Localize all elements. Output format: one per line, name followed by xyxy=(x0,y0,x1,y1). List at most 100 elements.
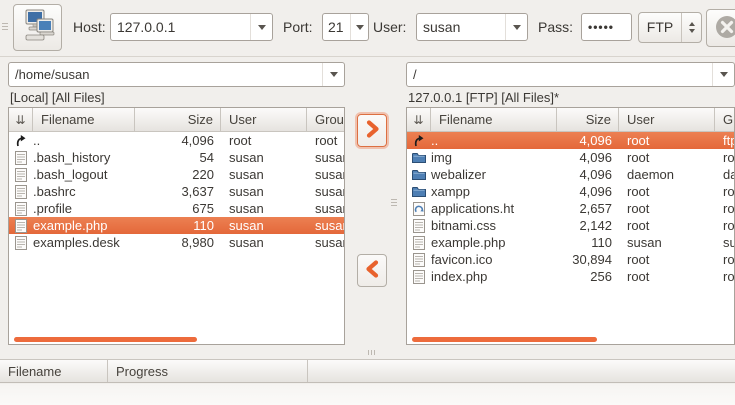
file-user: root xyxy=(619,183,715,200)
file-row[interactable]: webalizer4,096daemondaemon xyxy=(407,166,734,183)
left-list-header: ⇊ Filename Size User Group xyxy=(9,108,344,132)
queue-progress-column-header[interactable]: Progress xyxy=(108,360,308,382)
file-user: root xyxy=(221,132,307,149)
file-row[interactable]: ..4,096rootroot xyxy=(9,132,344,149)
panel-splitter-handle[interactable] xyxy=(391,197,397,208)
file-user: susan xyxy=(221,166,307,183)
file-name: .profile xyxy=(33,200,135,217)
pass-input[interactable]: ••••• xyxy=(581,13,632,41)
left-file-panel: ⇊ Filename Size User Group ..4,096rootro… xyxy=(8,107,345,345)
left-chevron-icon xyxy=(365,260,380,281)
file-size: 4,096 xyxy=(557,166,619,183)
file-row[interactable]: examples.desk8,980susansusan xyxy=(9,234,344,251)
right-size-column-header[interactable]: Size xyxy=(557,108,619,131)
left-filename-column-header[interactable]: Filename xyxy=(33,108,135,131)
file-size: 4,096 xyxy=(557,183,619,200)
user-dropdown-button[interactable] xyxy=(505,14,527,40)
right-horizontal-scrollbar[interactable] xyxy=(412,337,597,342)
toolbar-drag-handle[interactable] xyxy=(2,21,8,32)
left-path-input[interactable]: /home/susan xyxy=(8,62,345,87)
sort-descending-icon: ⇊ xyxy=(15,114,25,126)
disconnect-button[interactable] xyxy=(706,9,735,47)
file-group: root xyxy=(715,251,735,268)
chevron-down-icon xyxy=(720,72,728,77)
file-name: img xyxy=(431,149,557,166)
file-user: daemon xyxy=(619,166,715,183)
left-size-column-header[interactable]: Size xyxy=(135,108,221,131)
port-dropdown-button[interactable] xyxy=(350,14,368,40)
file-name: webalizer xyxy=(431,166,557,183)
host-input[interactable]: 127.0.0.1 xyxy=(110,13,273,41)
file-name: .. xyxy=(431,132,557,149)
left-horizontal-scrollbar[interactable] xyxy=(14,337,197,342)
file-row[interactable]: index.php256rootroot xyxy=(407,268,734,285)
close-icon xyxy=(714,14,735,43)
file-row[interactable]: bitnami.css2,142rootroot xyxy=(407,217,734,234)
queue-filename-column-header[interactable]: Filename xyxy=(0,360,108,382)
file-user: root xyxy=(619,132,715,149)
port-input[interactable]: 21 xyxy=(322,13,369,41)
file-row[interactable]: favicon.ico30,894rootroot xyxy=(407,251,734,268)
file-group: susan xyxy=(307,200,345,217)
right-sort-column-header[interactable]: ⇊ xyxy=(407,108,431,131)
port-label: Port: xyxy=(283,13,313,41)
right-chevron-icon xyxy=(365,120,380,141)
file-group: ftp xyxy=(715,132,735,149)
chevron-down-icon xyxy=(513,25,521,30)
file-row[interactable]: .bash_history54susansusan xyxy=(9,149,344,166)
file-row[interactable]: img4,096rootroot xyxy=(407,149,734,166)
file-user: root xyxy=(619,217,715,234)
file-row[interactable]: xampp4,096rootroot xyxy=(407,183,734,200)
protocol-spinner[interactable] xyxy=(681,13,701,42)
spinner-down-icon xyxy=(689,29,695,33)
file-row[interactable]: .bash_logout220susansusan xyxy=(9,166,344,183)
file-size: 30,894 xyxy=(557,251,619,268)
user-input[interactable]: susan xyxy=(416,13,528,41)
file-user: root xyxy=(619,200,715,217)
file-size: 3,637 xyxy=(135,183,221,200)
transfer-to-local-button[interactable] xyxy=(357,254,387,287)
file-row[interactable]: example.php110susansusan xyxy=(9,217,344,234)
file-icon xyxy=(9,149,33,166)
left-user-column-header[interactable]: User xyxy=(221,108,307,131)
connect-computers-icon xyxy=(20,9,56,46)
left-path-dropdown-button[interactable] xyxy=(322,63,344,86)
parent-dir-icon xyxy=(407,132,431,149)
right-filename-column-header[interactable]: Filename xyxy=(431,108,557,131)
left-file-list: ..4,096rootroot.bash_history54susansusan… xyxy=(9,132,344,251)
file-row[interactable]: applications.ht2,657rootroot xyxy=(407,200,734,217)
transfer-to-remote-button[interactable] xyxy=(357,114,387,147)
left-sort-column-header[interactable]: ⇊ xyxy=(9,108,33,131)
file-row[interactable]: .profile675susansusan xyxy=(9,200,344,217)
file-row[interactable]: .bashrc3,637susansusan xyxy=(9,183,344,200)
file-size: 4,096 xyxy=(135,132,221,149)
left-group-column-header[interactable]: Group xyxy=(307,108,345,131)
file-row[interactable]: ..4,096rootftp xyxy=(407,132,734,149)
protocol-selector[interactable]: FTP xyxy=(638,12,702,43)
file-group: root xyxy=(715,217,735,234)
connect-button[interactable] xyxy=(13,4,62,51)
folder-icon xyxy=(407,149,431,166)
file-name: xampp xyxy=(431,183,557,200)
file-name: .bash_logout xyxy=(33,166,135,183)
right-path-dropdown-button[interactable] xyxy=(712,63,734,86)
file-user: susan xyxy=(221,234,307,251)
host-dropdown-button[interactable] xyxy=(250,14,272,40)
file-user: susan xyxy=(221,217,307,234)
file-group: root xyxy=(715,200,735,217)
queue-splitter-handle[interactable] xyxy=(368,350,375,355)
file-name: examples.desk xyxy=(33,234,135,251)
file-size: 4,096 xyxy=(557,132,619,149)
file-size: 675 xyxy=(135,200,221,217)
pass-label: Pass: xyxy=(538,13,573,41)
file-user: susan xyxy=(221,149,307,166)
file-row[interactable]: example.php110susansusan xyxy=(407,234,734,251)
file-group: root xyxy=(715,268,735,285)
queue-header-filler xyxy=(308,360,735,382)
right-group-column-header[interactable]: Group xyxy=(715,108,735,131)
file-name: example.php xyxy=(431,234,557,251)
right-path-input[interactable]: / xyxy=(406,62,735,87)
file-group: susan xyxy=(307,166,345,183)
file-size: 110 xyxy=(135,217,221,234)
right-user-column-header[interactable]: User xyxy=(619,108,715,131)
